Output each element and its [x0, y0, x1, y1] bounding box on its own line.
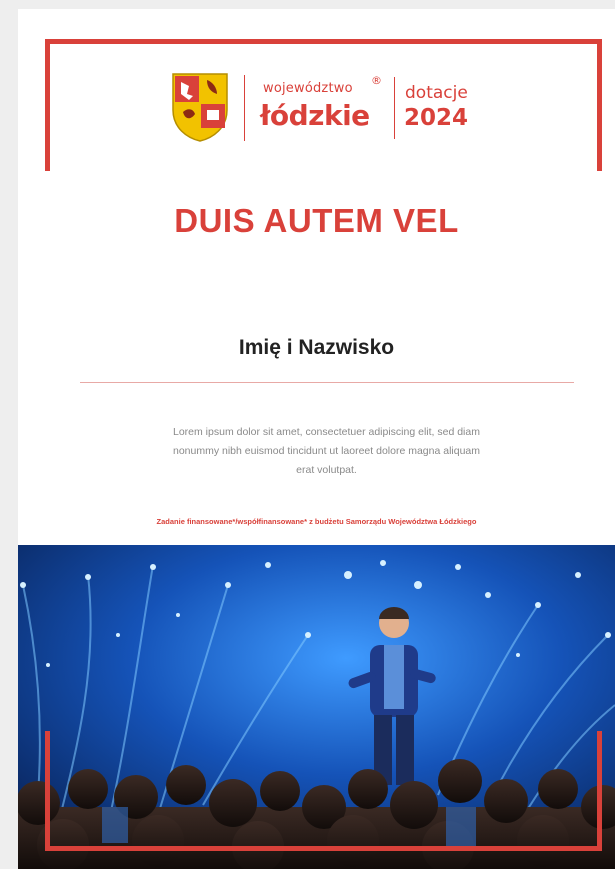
logo-region-big: łódzkie: [260, 99, 370, 132]
logo-divider-left: [244, 75, 245, 141]
coat-of-arms-icon: [172, 73, 228, 142]
certificate-page: województwo ® łódzkie dotacje 2024 DUIS …: [18, 9, 615, 869]
body-line: nonummy nibh euismod tincidunt ut laoree…: [172, 445, 480, 457]
funding-note: Zadanie finansowane*/współfinansowane* z…: [156, 517, 477, 526]
logo-grant-year: 2024: [404, 105, 469, 131]
logo-grant-word: dotacje: [405, 83, 468, 103]
body-line: Lorem ipsum dolor sit amet, consectetuer…: [173, 426, 480, 438]
body-text: Lorem ipsum dolor sit amet, consectetuer…: [108, 423, 545, 480]
logo-lodzkie: województwo ® łódzkie dotacje 2024: [171, 69, 491, 147]
registered-mark: ®: [371, 74, 382, 87]
logo-region-small: województwo: [263, 81, 353, 96]
recipient-name: Imię i Nazwisko: [238, 336, 395, 359]
body-line: erat volutpat.: [296, 464, 357, 476]
logo-divider-right: [394, 77, 395, 139]
frame-bottom-bracket: [45, 731, 602, 851]
certificate-title: DUIS AUTEM VEL: [174, 202, 459, 239]
name-underline: [80, 382, 574, 383]
